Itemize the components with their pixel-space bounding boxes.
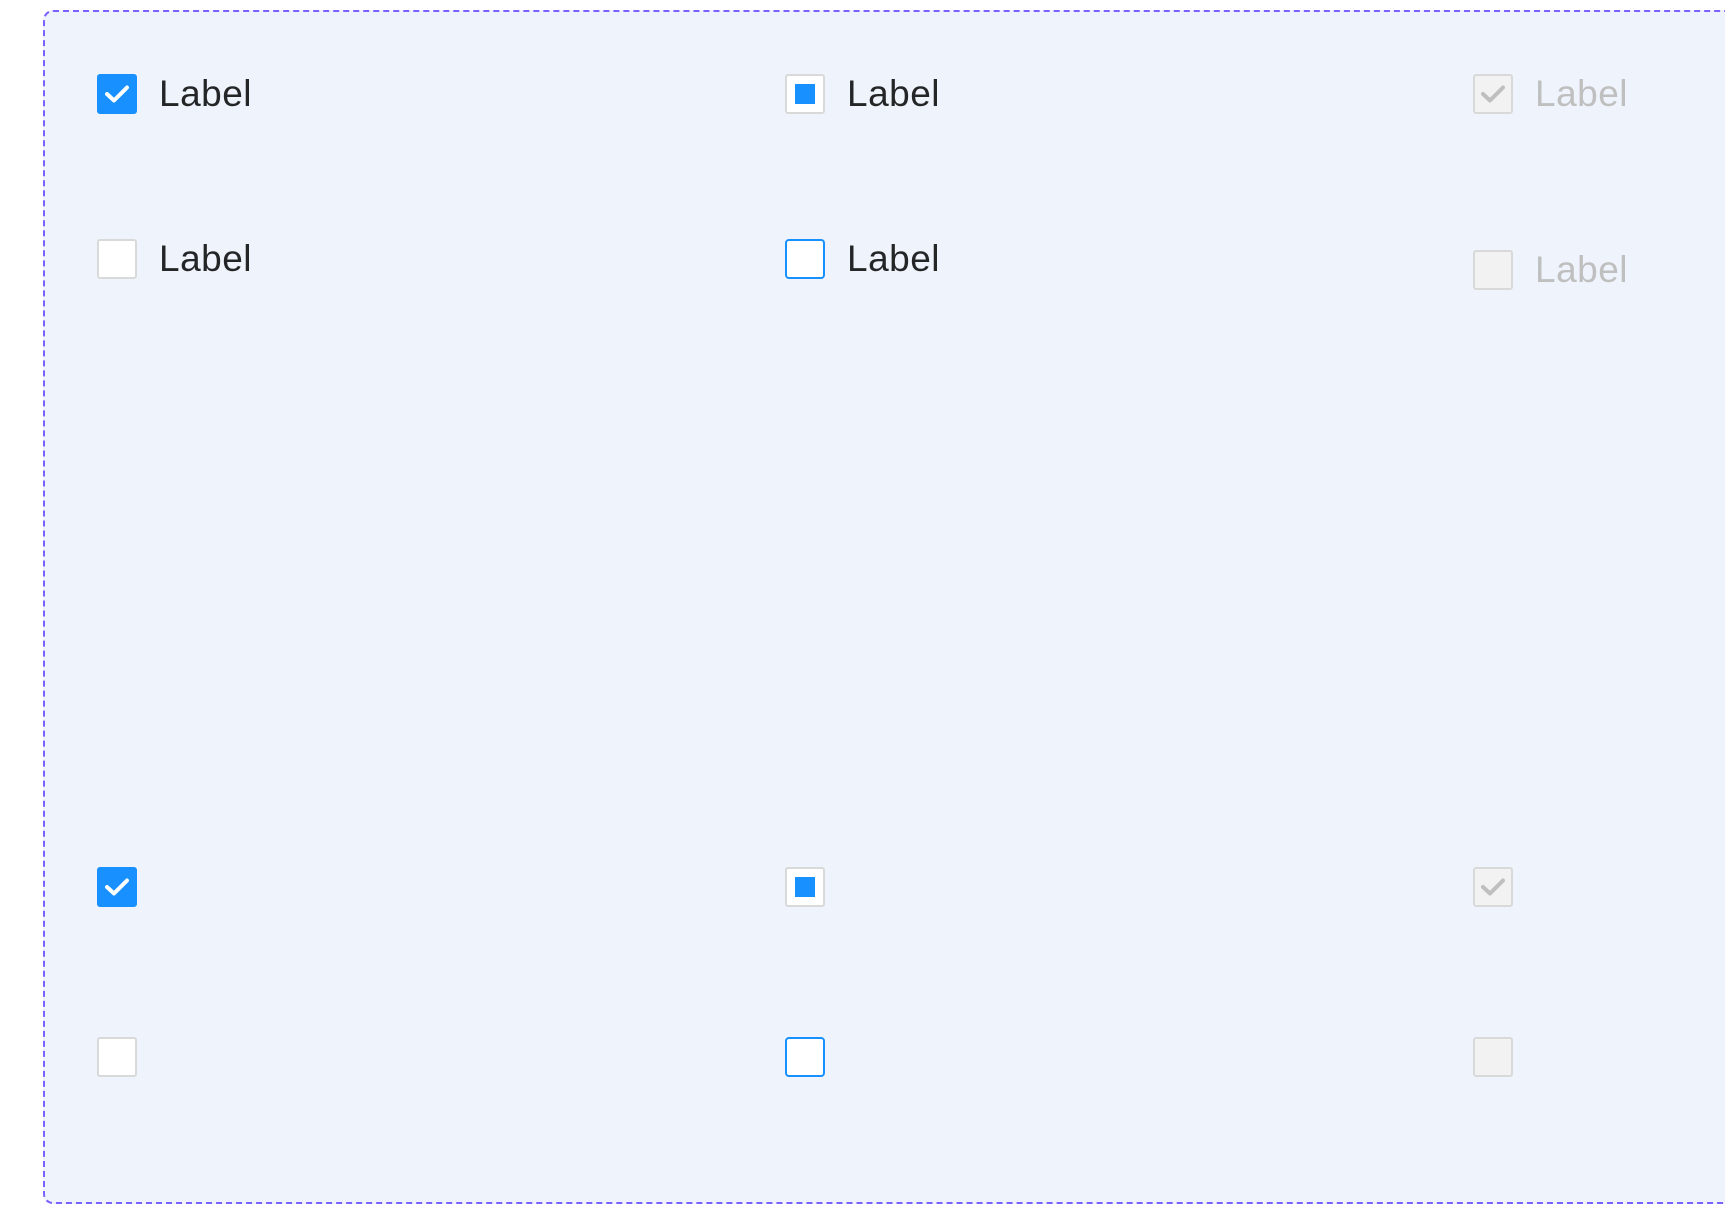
checkbox-unchecked[interactable] <box>97 239 137 279</box>
checkbox-showcase-frame: Label Label Label Label Label Label <box>43 10 1725 1204</box>
indeterminate-square-icon <box>795 877 815 897</box>
checkbox-unchecked-no-label[interactable] <box>97 1035 137 1079</box>
check-icon <box>1481 878 1505 896</box>
checkbox-indeterminate-with-label[interactable]: Label <box>785 72 940 116</box>
checkbox-label: Label <box>1535 249 1629 290</box>
checkbox-indeterminate[interactable] <box>785 74 825 114</box>
checkbox-disabled-checked <box>1473 867 1513 907</box>
checkbox-label: Label <box>159 73 253 114</box>
checkbox-disabled-unchecked <box>1473 250 1513 290</box>
checkbox-checked[interactable] <box>97 867 137 907</box>
checkbox-indeterminate[interactable] <box>785 867 825 907</box>
checkbox-disabled-unchecked-no-label <box>1473 1035 1513 1079</box>
checkbox-checked[interactable] <box>97 74 137 114</box>
checkbox-label: Label <box>847 73 941 114</box>
checkbox-disabled-unchecked <box>1473 1037 1513 1077</box>
check-icon <box>105 878 129 896</box>
checkbox-label: Label <box>159 238 253 279</box>
checkbox-focus-unchecked[interactable] <box>785 1037 825 1077</box>
checkbox-focus-with-label[interactable]: Label <box>785 237 940 281</box>
checkbox-disabled-checked-no-label <box>1473 865 1513 909</box>
checkbox-unchecked-with-label[interactable]: Label <box>97 237 252 281</box>
checkbox-disabled-checked-with-label: Label <box>1473 72 1628 116</box>
indeterminate-square-icon <box>795 84 815 104</box>
checkbox-indeterminate-no-label[interactable] <box>785 865 825 909</box>
check-icon <box>1481 85 1505 103</box>
checkbox-disabled-unchecked-with-label: Label <box>1473 248 1628 292</box>
checkbox-focus-unchecked[interactable] <box>785 239 825 279</box>
check-icon <box>105 85 129 103</box>
checkbox-unchecked[interactable] <box>97 1037 137 1077</box>
checkbox-focus-no-label[interactable] <box>785 1035 825 1079</box>
checkbox-disabled-checked <box>1473 74 1513 114</box>
checkbox-checked-with-label[interactable]: Label <box>97 72 252 116</box>
checkbox-label: Label <box>847 238 941 279</box>
checkbox-checked-no-label[interactable] <box>97 865 137 909</box>
checkbox-label: Label <box>1535 73 1629 114</box>
